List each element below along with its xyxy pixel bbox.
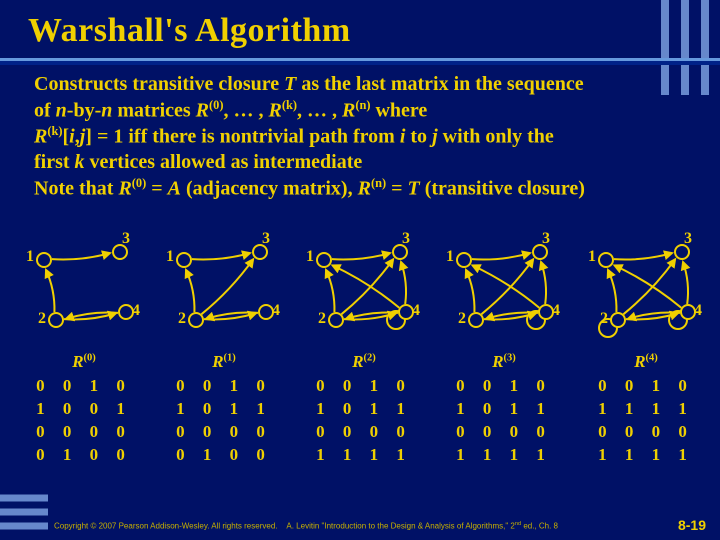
matrix-R(1): R(1) 0 0 1 0 1 0 1 1 0 0 0 0 0 1 0 0 — [160, 352, 288, 467]
decor-bottom-left — [0, 488, 48, 540]
graph-R(2): 1234 — [300, 232, 430, 342]
graph-R(4): 1234 — [582, 232, 712, 342]
graph-R(3): 1234 — [440, 232, 570, 342]
page-number: 8-19 — [678, 517, 706, 533]
graph-R(1): 1234 — [160, 232, 290, 342]
graph-R(0): 1234 — [20, 232, 150, 342]
diagrams-row: 1234 1234 1234 1234 1234 — [10, 232, 710, 342]
page-title: Warshall's Algorithm — [0, 0, 720, 54]
title-underline — [0, 58, 720, 65]
footer: Copyright © 2007 Pearson Addison-Wesley.… — [54, 521, 558, 531]
main-text: Constructs transitive closure T as the l… — [0, 54, 720, 202]
matrix-R(2): R(2) 0 0 1 0 1 0 1 1 0 0 0 0 1 1 1 1 — [300, 352, 428, 467]
matrix-R(4): R(4) 0 0 1 0 1 1 1 1 0 0 0 0 1 1 1 1 — [582, 352, 710, 467]
matrix-R(0): R(0) 0 0 1 0 1 0 0 1 0 0 0 0 0 1 0 0 — [20, 352, 148, 467]
matrix-R(3): R(3) 0 0 1 0 1 0 1 1 0 0 0 0 1 1 1 1 — [440, 352, 568, 467]
